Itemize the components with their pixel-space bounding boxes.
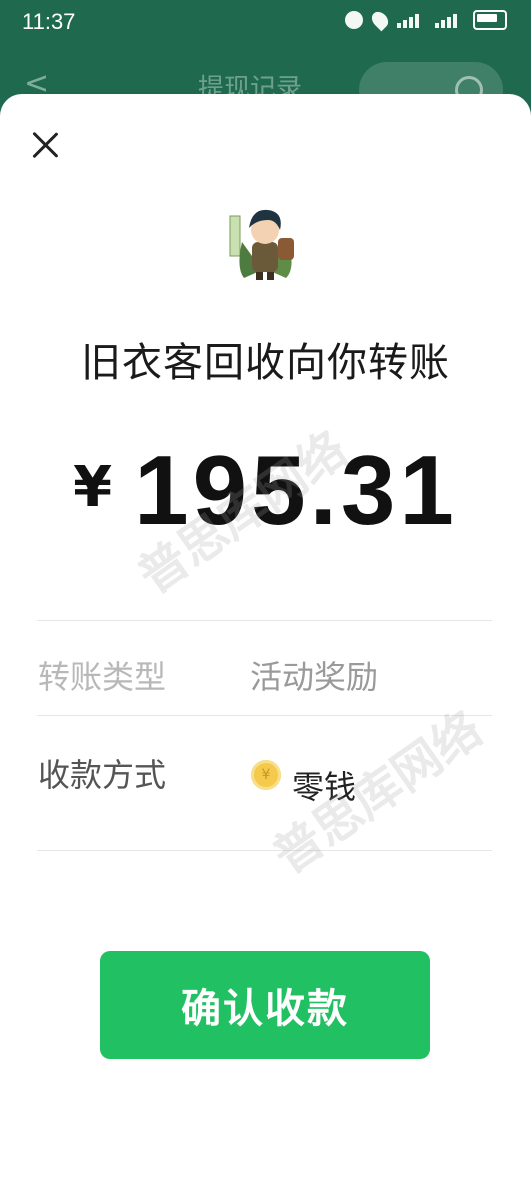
payer-text: 旧衣客回收向你转账 [81,340,450,386]
location-icon [368,8,392,32]
signal-icon [435,12,463,28]
avatar-image [229,209,294,280]
confirm-receipt-button[interactable]: 确认收款 [100,951,430,1059]
status-time: 11:37 [22,9,76,34]
transfer-type-value: 活动奖励 [250,658,379,696]
divider [37,620,492,621]
transfer-sheet: 旧衣客回收向你转账 ¥195.31 转账类型 活动奖励 收款方式 ¥ 零钱 确认… [0,94,531,1184]
coin-icon: ¥ [251,760,281,790]
divider [37,850,492,851]
close-icon[interactable] [30,130,60,160]
battery-icon [473,10,507,30]
signal-icon [397,12,425,28]
alarm-icon [345,11,363,29]
status-icons [345,8,507,32]
transfer-type-label: 转账类型 [38,658,167,696]
status-bar: 11:37 [0,0,531,44]
currency-symbol: ¥ [73,455,113,520]
receive-method-label: 收款方式 [38,756,167,794]
